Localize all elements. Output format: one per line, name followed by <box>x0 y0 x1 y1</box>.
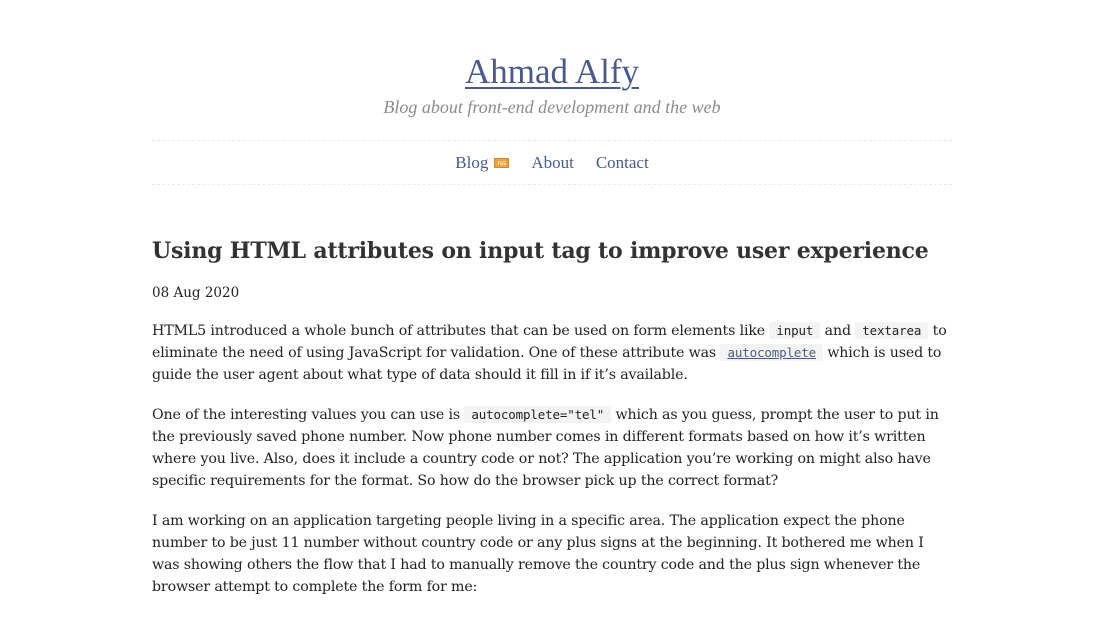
post-paragraph-2: One of the interesting values you can us… <box>152 404 952 492</box>
nav-item-blog[interactable]: Blog rss <box>455 152 510 173</box>
site-tagline: Blog about front-end development and the… <box>383 97 721 117</box>
nav-item-about[interactable]: About <box>531 153 574 173</box>
paragraph-text: One of the interesting values you can us… <box>152 407 465 423</box>
post-title: Using HTML attributes on input tag to im… <box>152 238 929 264</box>
rss-icon[interactable]: rss <box>494 157 510 168</box>
post-paragraph-3: I am working on an application targeting… <box>152 513 924 595</box>
main-nav: Blog rss About Contact <box>152 140 952 185</box>
paragraph-text: HTML5 introduced a whole bunch of attrib… <box>152 323 770 339</box>
inline-code-autocomplete: autocomplete <box>720 344 823 361</box>
nav-item-contact-label: Contact <box>595 152 649 172</box>
nav-item-about-label: About <box>531 152 574 172</box>
nav-item-blog-label: Blog <box>455 152 489 172</box>
post-paragraph-1: HTML5 introduced a whole bunch of attrib… <box>152 320 952 386</box>
autocomplete-link[interactable]: autocomplete <box>720 344 823 361</box>
page-container: Ahmad Alfy Blog about front-end developm… <box>152 0 952 598</box>
site-title-link[interactable]: Ahmad Alfy <box>465 50 639 94</box>
nav-item-contact[interactable]: Contact <box>596 153 649 173</box>
inline-code-input: input <box>769 322 821 339</box>
post-date: 08 Aug 2020 <box>152 285 240 301</box>
inline-code-autocomplete-tel: autocomplete="tel" <box>464 406 612 423</box>
inline-code-textarea: textarea <box>855 322 929 339</box>
post-article: Using HTML attributes on input tag to im… <box>152 237 952 598</box>
site-header: Ahmad Alfy Blog about front-end developm… <box>152 0 952 118</box>
paragraph-text: and <box>820 323 856 339</box>
